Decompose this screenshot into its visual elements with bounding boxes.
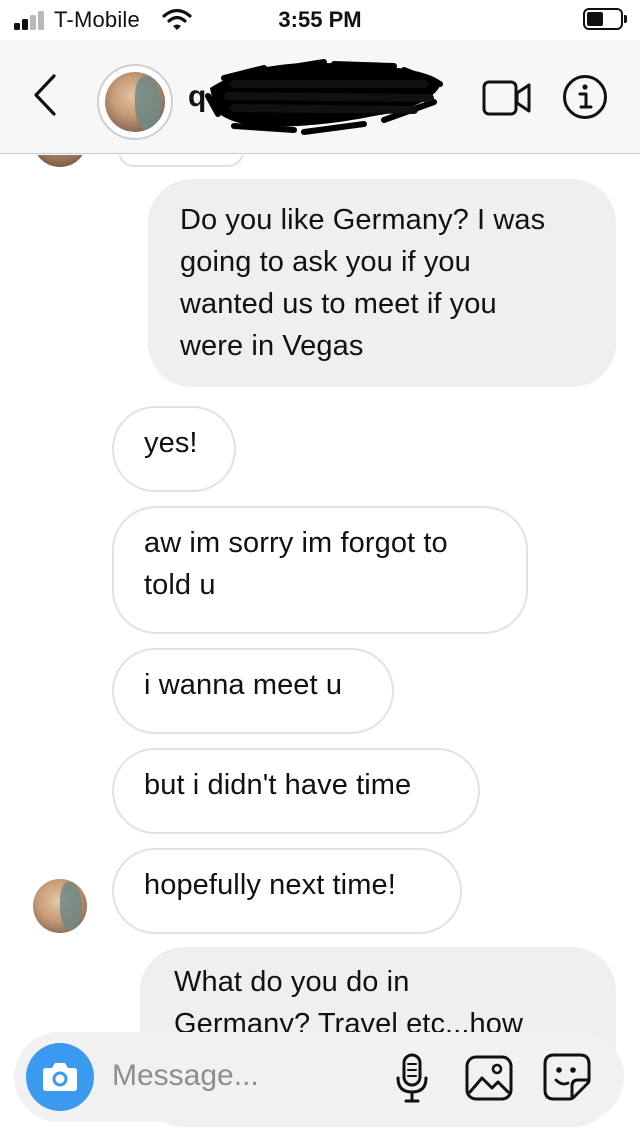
camera-icon bbox=[43, 1063, 77, 1091]
info-icon[interactable] bbox=[562, 74, 608, 120]
camera-button[interactable] bbox=[26, 1043, 94, 1111]
message-bubble-incoming[interactable]: aw im sorry im forgot to told u bbox=[112, 506, 528, 634]
battery-icon bbox=[583, 8, 627, 30]
message-bubble-incoming[interactable]: yes! bbox=[112, 406, 236, 492]
sticker-icon[interactable] bbox=[542, 1052, 592, 1102]
message-bubble-outgoing[interactable]: Do you like Germany? I was going to ask … bbox=[148, 179, 616, 387]
message-thread[interactable]: Do you like Germany? I was going to ask … bbox=[0, 155, 640, 1136]
message-line: Do you like Germany? I was bbox=[180, 204, 546, 236]
message-line: but i didn't have time bbox=[144, 769, 412, 801]
status-bar: T-Mobile 3:55 PM bbox=[0, 0, 640, 40]
status-time: 3:55 PM bbox=[278, 7, 362, 32]
avatar bbox=[34, 155, 86, 167]
message-line: told u bbox=[144, 569, 216, 601]
message-line: wanted us to meet if you bbox=[180, 288, 497, 320]
message-line: were in Vegas bbox=[180, 330, 364, 362]
message-line: yes! bbox=[144, 427, 198, 459]
chat-header: q bbox=[0, 40, 640, 154]
gallery-icon[interactable] bbox=[464, 1054, 514, 1102]
chevron-left-icon[interactable] bbox=[26, 70, 66, 120]
message-line: i wanna meet u bbox=[144, 669, 343, 701]
message-line: aw im sorry im forgot to bbox=[144, 527, 448, 559]
message-bubble-incoming[interactable]: i wanna meet u bbox=[112, 648, 394, 734]
message-line: What do you do in bbox=[174, 966, 410, 998]
message-line: hopefully next time! bbox=[144, 869, 396, 901]
microphone-icon[interactable] bbox=[394, 1052, 430, 1104]
avatar[interactable] bbox=[33, 879, 87, 933]
redaction-scribble bbox=[205, 59, 443, 135]
message-input[interactable] bbox=[112, 1054, 372, 1098]
message-bubble-incoming[interactable]: but i didn't have time bbox=[112, 748, 480, 834]
message-bubble-incoming[interactable]: hopefully next time! bbox=[112, 848, 462, 934]
message-line: going to ask you if you bbox=[180, 246, 471, 278]
avatar[interactable] bbox=[97, 64, 173, 140]
message-composer bbox=[14, 1032, 624, 1122]
video-camera-icon[interactable] bbox=[482, 78, 532, 118]
message-bubble bbox=[118, 155, 244, 167]
